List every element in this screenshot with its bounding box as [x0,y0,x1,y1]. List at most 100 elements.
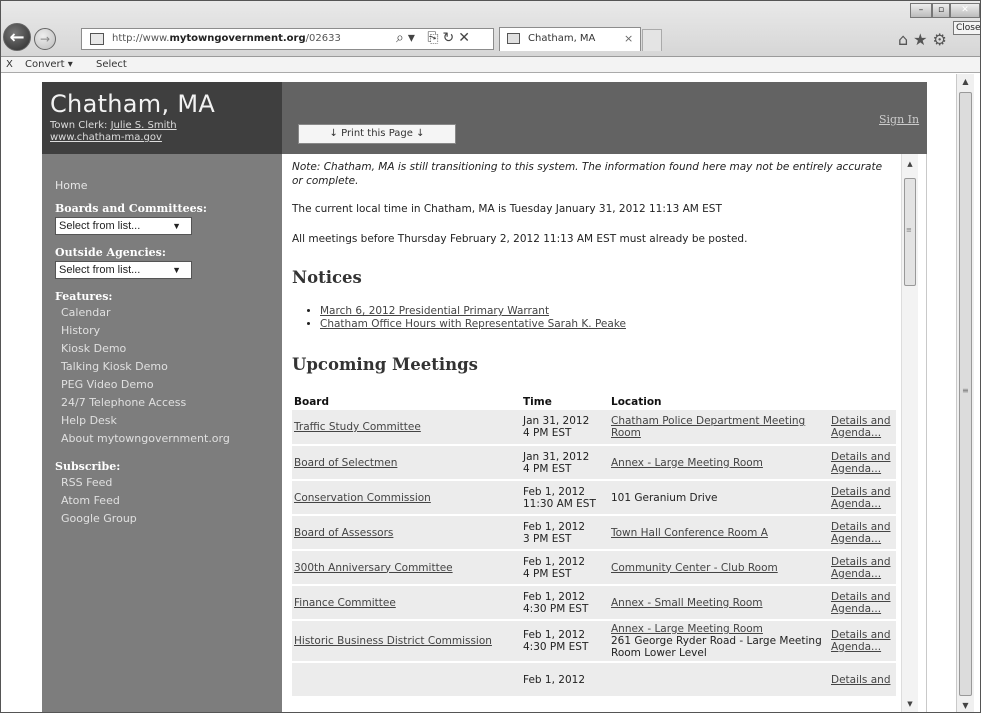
meeting-date: Feb 1, 2012 [523,673,586,686]
browser-window: ← → http://www.mytowngovernment.org/0263… [0,0,981,713]
notice-link[interactable]: March 6, 2012 Presidential Primary Warra… [320,305,549,317]
sign-in-link[interactable]: Sign In [879,113,919,126]
tab-close-icon[interactable]: × [624,28,633,50]
scroll-up-icon[interactable]: ▲ [957,74,974,90]
agenda-label: Agenda... [831,497,882,510]
minimize-button[interactable]: – [910,3,932,18]
sidebar-item-peg-video-demo[interactable]: PEG Video Demo [55,376,282,394]
outside-agencies-heading: Outside Agencies: [55,246,166,259]
forward-button[interactable]: → [34,28,56,50]
location-link[interactable]: Annex - Large Meeting Room [611,623,763,635]
column-header-time: Time [523,396,552,408]
location-link[interactable]: Chatham Police Department Meeting Room [611,415,805,439]
site-header-branding: Chatham, MA Town Clerk: Julie S. Smith w… [42,82,282,154]
clerk-label: Town Clerk: [50,120,111,131]
town-website-link[interactable]: www.chatham-ma.gov [50,132,282,144]
table-row: Board of Assessors Feb 1, 2012 3 PM EST Tow… [292,515,896,551]
grip-icon: ≡ [906,226,912,234]
print-page-button[interactable]: ↓ Print this Page ↓ [298,124,456,144]
site-container: Chatham, MA Town Clerk: Julie S. Smith w… [42,82,927,712]
new-tab-button[interactable] [642,29,662,51]
sidebar-item-atom-feed[interactable]: Atom Feed [55,492,282,510]
board-link[interactable]: Traffic Study Committee [294,421,421,433]
board-cell: Conservation Commission [292,480,521,516]
browser-tab[interactable]: Chatham, MA × [499,27,641,51]
sidebar-item-help-desk[interactable]: Help Desk [55,412,282,430]
board-link[interactable]: Board of Assessors [294,527,393,539]
time-cell: Feb 1, 2012 4:30 PM EST [521,620,609,663]
select-menu[interactable]: Select [96,57,127,72]
back-button[interactable]: ← [3,23,31,51]
location-link[interactable]: Town Hall Conference Room A [611,527,768,539]
sidebar-item-history[interactable]: History [55,322,282,340]
sidebar-home-link[interactable]: Home [55,177,282,195]
meeting-date: Feb 1, 2012 [523,555,586,568]
time-cell: Feb 1, 2012 3 PM EST [521,515,609,551]
board-link[interactable]: Finance Committee [294,597,396,609]
notices-heading: Notices [292,268,362,287]
convert-menu[interactable]: Convert ▾ [25,57,73,72]
board-link[interactable]: Historic Business District Commission [294,635,492,647]
location-cell: Annex - Large Meeting Room [609,445,829,481]
table-row: Historic Business District Commission Feb… [292,620,896,663]
transition-note: Note: Chatham, MA is still transitioning… [292,161,883,187]
location-cell [609,662,829,698]
close-button[interactable]: ✕ [950,3,980,18]
sidebar-item-rss-feed[interactable]: RSS Feed [55,474,282,492]
sidebar-item-kiosk-demo[interactable]: Kiosk Demo [55,340,282,358]
address-tools-icons[interactable]: ⌕▾ ⎘↻✕ [396,30,474,46]
sidebar-item-talking-kiosk-demo[interactable]: Talking Kiosk Demo [55,358,282,376]
details-agenda-link[interactable]: Details and Agenda... [831,486,891,510]
town-clerk: Town Clerk: Julie S. Smith [50,120,282,132]
outside-agencies-select[interactable]: Select from list... ▼ [55,261,192,279]
scroll-down-icon[interactable]: ▼ [957,698,974,712]
meetings-table: Board Time Location Traffic Study Commit… [292,396,896,698]
home-favorites-tools-icons[interactable]: ⌂★⚙ [898,30,952,49]
board-cell: Historic Business District Commission [292,620,521,663]
sidebar-item-about[interactable]: About mytowngovernment.org [55,430,282,448]
page-scrollbar[interactable]: ▲ ≡ ▼ [956,74,974,712]
command-bar-close-icon[interactable]: X [6,57,13,72]
details-agenda-link[interactable]: Details and Agenda... [831,591,891,615]
details-agenda-link[interactable]: Details and Agenda... [831,556,891,580]
sidebar-item-calendar[interactable]: Calendar [55,304,282,322]
location-cell: 101 Geranium Drive [609,480,829,516]
table-row: 300th Anniversary Committee Feb 1, 2012 4 … [292,550,896,586]
notice-link[interactable]: Chatham Office Hours with Representative… [320,318,626,330]
site-title: Chatham, MA [50,90,216,118]
maximize-button[interactable]: ▫ [932,3,950,18]
location-link[interactable]: Annex - Large Meeting Room [611,457,763,469]
clerk-name-link[interactable]: Julie S. Smith [111,120,177,131]
details-agenda-link[interactable]: Details and [831,674,891,686]
location-cell: Town Hall Conference Room A [609,515,829,551]
main-content: Note: Chatham, MA is still transitioning… [282,154,927,712]
scroll-up-icon[interactable]: ▲ [902,160,918,168]
time-cell: Feb 1, 2012 11:30 AM EST [521,480,609,516]
details-agenda-link[interactable]: Details and Agenda... [831,629,891,653]
sidebar-item-google-group[interactable]: Google Group [55,510,282,528]
url-prefix: http://www. [112,33,170,44]
details-agenda-link[interactable]: Details and Agenda... [831,451,891,475]
location-link[interactable]: Community Center - Club Room [611,562,778,574]
details-label: Details and [831,520,891,533]
browser-toolbar: ← → http://www.mytowngovernment.org/0263… [1,1,980,57]
details-agenda-link[interactable]: Details and Agenda... [831,521,891,545]
meeting-date: Feb 1, 2012 [523,629,586,641]
board-cell: Board of Assessors [292,515,521,551]
content-scrollbar[interactable]: ▲ ≡ ▼ [901,154,918,712]
boards-select[interactable]: Select from list... ▼ [55,217,192,235]
location-link[interactable]: Annex - Small Meeting Room [611,597,763,609]
column-header-location: Location [611,396,662,408]
meeting-date: Feb 1, 2012 [523,485,586,498]
table-header-row: Board Time Location [292,396,896,410]
sidebar-item-telephone-access[interactable]: 24/7 Telephone Access [55,394,282,412]
notices-list: March 6, 2012 Presidential Primary Warra… [320,305,892,331]
details-agenda-link[interactable]: Details and Agenda... [831,415,891,439]
board-link[interactable]: Conservation Commission [294,492,431,504]
board-link[interactable]: Board of Selectmen [294,457,397,469]
scroll-down-icon[interactable]: ▼ [902,700,918,708]
chevron-down-icon: ▼ [172,265,181,275]
board-link[interactable]: 300th Anniversary Committee [294,562,453,574]
time-cell: Feb 1, 2012 [521,662,609,698]
list-item: Chatham Office Hours with Representative… [320,318,892,331]
